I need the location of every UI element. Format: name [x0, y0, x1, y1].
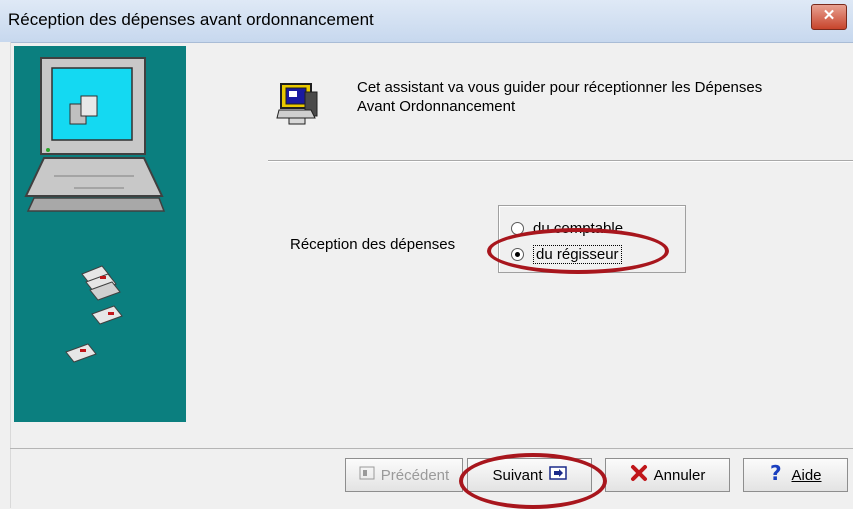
floppy-disk-icon [65, 265, 123, 363]
previous-icon [359, 466, 375, 484]
help-button[interactable]: ? Aide [743, 458, 848, 492]
next-button[interactable]: Suivant [467, 458, 592, 492]
window-title: Réception des dépenses avant ordonnancem… [8, 10, 374, 29]
svg-text:?: ? [770, 463, 782, 483]
intro-line-2: Avant Ordonnancement [357, 98, 516, 115]
cancel-x-icon [630, 464, 648, 486]
reception-label: Réception des dépenses [290, 236, 456, 253]
window-left-border [0, 42, 11, 508]
radio-button-comptable[interactable] [511, 221, 524, 235]
cancel-label: Annuler [653, 466, 706, 484]
radio-regisseur[interactable]: du régisseur [511, 243, 622, 265]
button-bar-separator [10, 448, 853, 449]
content-separator [268, 160, 853, 162]
intro-line-1: Cet assistant va vous guider pour récept… [357, 79, 763, 96]
close-button[interactable]: ✕ [811, 4, 847, 30]
close-icon: ✕ [822, 7, 836, 24]
previous-button[interactable]: Précédent [345, 458, 463, 492]
reception-radio-group: du comptable du régisseur [498, 205, 686, 273]
computer-icon [24, 57, 166, 363]
help-question-icon: ? [769, 461, 785, 487]
cancel-button[interactable]: Annuler [605, 458, 730, 492]
next-icon [548, 466, 567, 484]
intro-text: Cet assistant va vous guider pour récept… [357, 78, 837, 116]
next-label: Suivant [492, 466, 543, 484]
radio-button-regisseur[interactable] [511, 247, 524, 261]
radio-label-comptable: du comptable [533, 219, 624, 237]
radio-comptable[interactable]: du comptable [511, 217, 623, 239]
wizard-icon [276, 83, 318, 125]
help-label: Aide [791, 466, 822, 484]
previous-label: Précédent [380, 466, 450, 484]
radio-label-regisseur: du régisseur [533, 244, 622, 264]
window-titlebar: Réception des dépenses avant ordonnancem… [0, 0, 853, 43]
wizard-side-panel [14, 46, 186, 422]
